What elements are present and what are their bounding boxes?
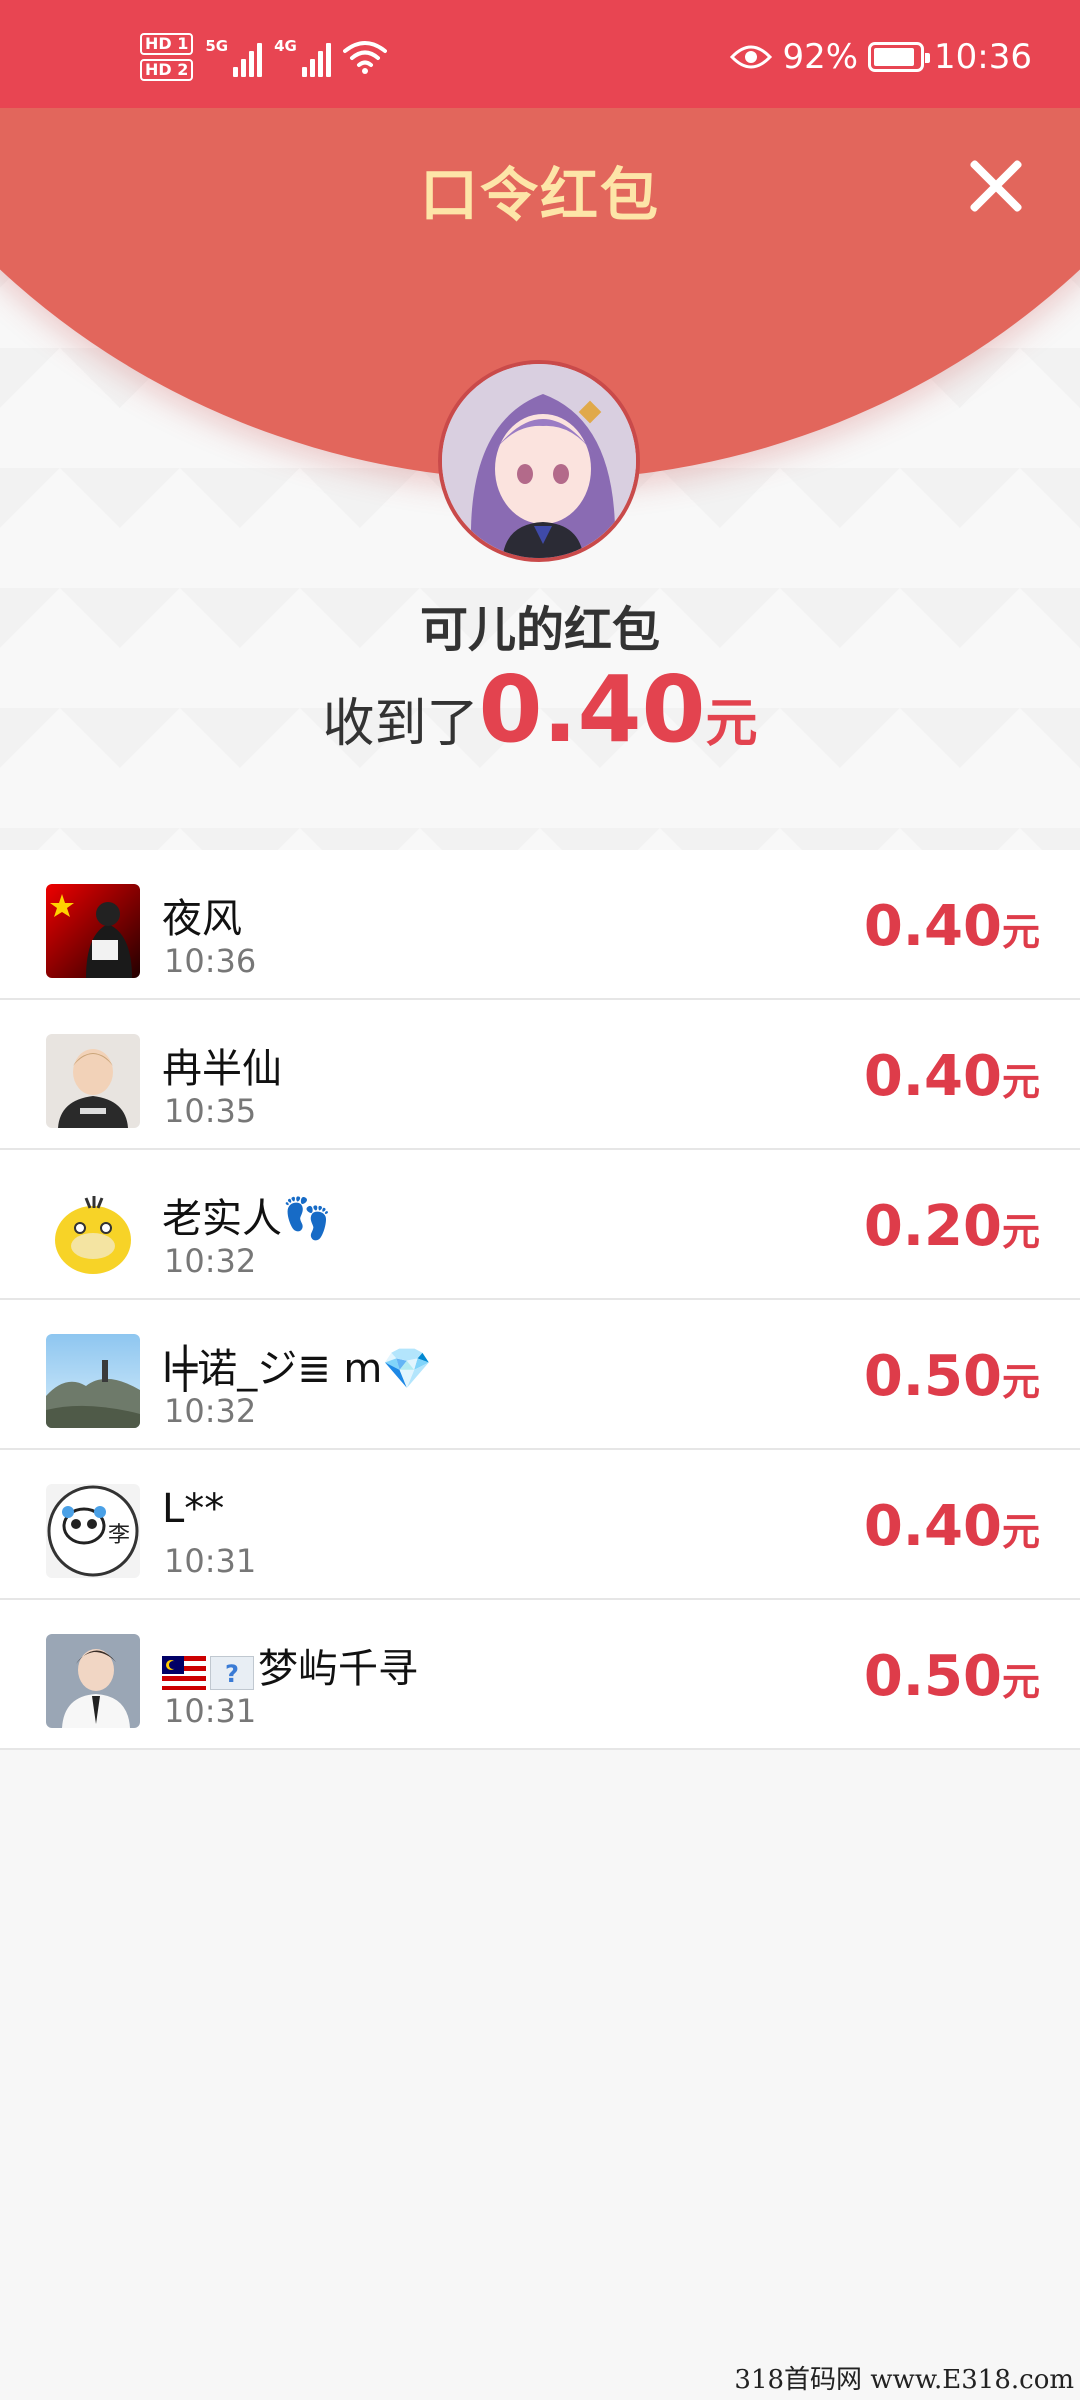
amount-unit: 元 — [1001, 1210, 1040, 1254]
sender-avatar[interactable] — [438, 360, 640, 562]
sender-name: 可儿的红包 — [419, 602, 660, 658]
battery-icon — [868, 42, 931, 72]
received-amount: 0.40 — [478, 656, 706, 763]
battery-percent: 92% — [782, 37, 859, 77]
receive-time: 10:36 — [164, 942, 257, 980]
user-name: ? 梦屿千寻 — [162, 1636, 418, 1694]
red-packet-header: 口令红包 可儿的红包 收到了0.40元 — [0, 108, 1080, 860]
amount-unit: 元 — [1001, 1660, 1040, 1704]
amount-unit: 元 — [1001, 910, 1040, 954]
user-name: 冉半仙 — [162, 1046, 282, 1092]
user-name: L** — [162, 1486, 225, 1532]
malaysia-flag-icon — [162, 1654, 206, 1690]
receive-amount: 0.50元 — [864, 1644, 1040, 1709]
svg-text:李: 李 — [108, 1523, 130, 1548]
received-summary: 收到了0.40元 — [0, 656, 1080, 763]
receive-amount: 0.40元 — [864, 894, 1040, 959]
status-bar: HD 1 HD 2 5G 4G 92% 10:36 — [0, 0, 1080, 108]
signal-5g-icon: 5G — [205, 37, 263, 77]
amount-value: 0.40 — [863, 1044, 1002, 1109]
hd2-badge: HD 2 — [140, 59, 194, 81]
received-prefix: 收到了 — [322, 694, 479, 754]
user-name: 老实人👣 — [162, 1196, 332, 1242]
amount-value: 0.50 — [863, 1344, 1002, 1409]
watermark: 318首码网 www.E318.com — [734, 2365, 1074, 2395]
user-avatar[interactable] — [46, 1634, 140, 1728]
list-item[interactable]: ? 梦屿千寻 10:31 0.50元 — [0, 1600, 1080, 1750]
amount-unit: 元 — [1001, 1360, 1040, 1404]
svg-text:?: ? — [225, 1660, 239, 1688]
eye-comfort-icon — [730, 45, 773, 69]
receive-amount: 0.20元 — [864, 1194, 1040, 1259]
receiver-list: 夜风 10:36 0.40元 冉半仙 10:35 0.40元 老实人👣 10:3… — [0, 850, 1080, 1750]
signal-4g-icon: 4G — [274, 37, 331, 77]
amount-value: 0.50 — [863, 1644, 1002, 1709]
user-avatar[interactable] — [46, 1334, 140, 1428]
user-avatar[interactable] — [46, 1034, 140, 1128]
hd-indicators: HD 1 HD 2 — [140, 33, 194, 81]
list-item[interactable]: 夜风 10:36 0.40元 — [0, 850, 1080, 1000]
user-name: l╪诺_ジ≣ m💎 — [162, 1336, 432, 1394]
receive-time: 10:31 — [164, 1692, 257, 1730]
status-time: 10:36 — [934, 37, 1032, 77]
receive-time: 10:31 — [164, 1542, 257, 1580]
list-item[interactable]: 冉半仙 10:35 0.40元 — [0, 1000, 1080, 1150]
user-name-text: l╪诺_ジ≣ m — [162, 1346, 383, 1392]
network-type-label: 4G — [274, 37, 297, 55]
receive-time: 10:32 — [164, 1242, 257, 1280]
close-icon[interactable] — [962, 152, 1030, 220]
list-item[interactable]: 李 L** 10:31 0.40元 — [0, 1450, 1080, 1600]
amount-unit: 元 — [1001, 1510, 1040, 1554]
unknown-flag-icon: ? — [209, 1654, 255, 1691]
user-avatar[interactable] — [46, 884, 140, 978]
diamond-emoji: 💎 — [382, 1346, 433, 1392]
amount-value: 0.40 — [863, 894, 1002, 959]
user-name-text: 梦屿千寻 — [258, 1646, 418, 1692]
user-name: 夜风 — [162, 896, 242, 942]
amount-value: 0.40 — [863, 1494, 1002, 1559]
receive-amount: 0.40元 — [864, 1044, 1040, 1109]
status-left: HD 1 HD 2 5G 4G — [140, 30, 387, 84]
user-avatar[interactable] — [46, 1184, 140, 1278]
user-avatar[interactable]: 李 — [46, 1484, 140, 1578]
receive-amount: 0.40元 — [864, 1494, 1040, 1559]
receive-time: 10:32 — [164, 1392, 257, 1430]
status-right: 92% 10:36 — [730, 34, 1032, 80]
network-type-label: 5G — [205, 37, 229, 55]
receive-amount: 0.50元 — [864, 1344, 1040, 1409]
amount-unit: 元 — [1001, 1060, 1040, 1104]
list-item[interactable]: l╪诺_ジ≣ m💎 10:32 0.50元 — [0, 1300, 1080, 1450]
received-unit: 元 — [705, 694, 758, 754]
page-title: 口令红包 — [419, 161, 660, 229]
amount-value: 0.20 — [863, 1194, 1002, 1259]
hd1-badge: HD 1 — [140, 33, 194, 55]
receive-time: 10:35 — [164, 1092, 257, 1130]
list-item[interactable]: 老实人👣 10:32 0.20元 — [0, 1150, 1080, 1300]
wifi-icon — [342, 41, 387, 74]
